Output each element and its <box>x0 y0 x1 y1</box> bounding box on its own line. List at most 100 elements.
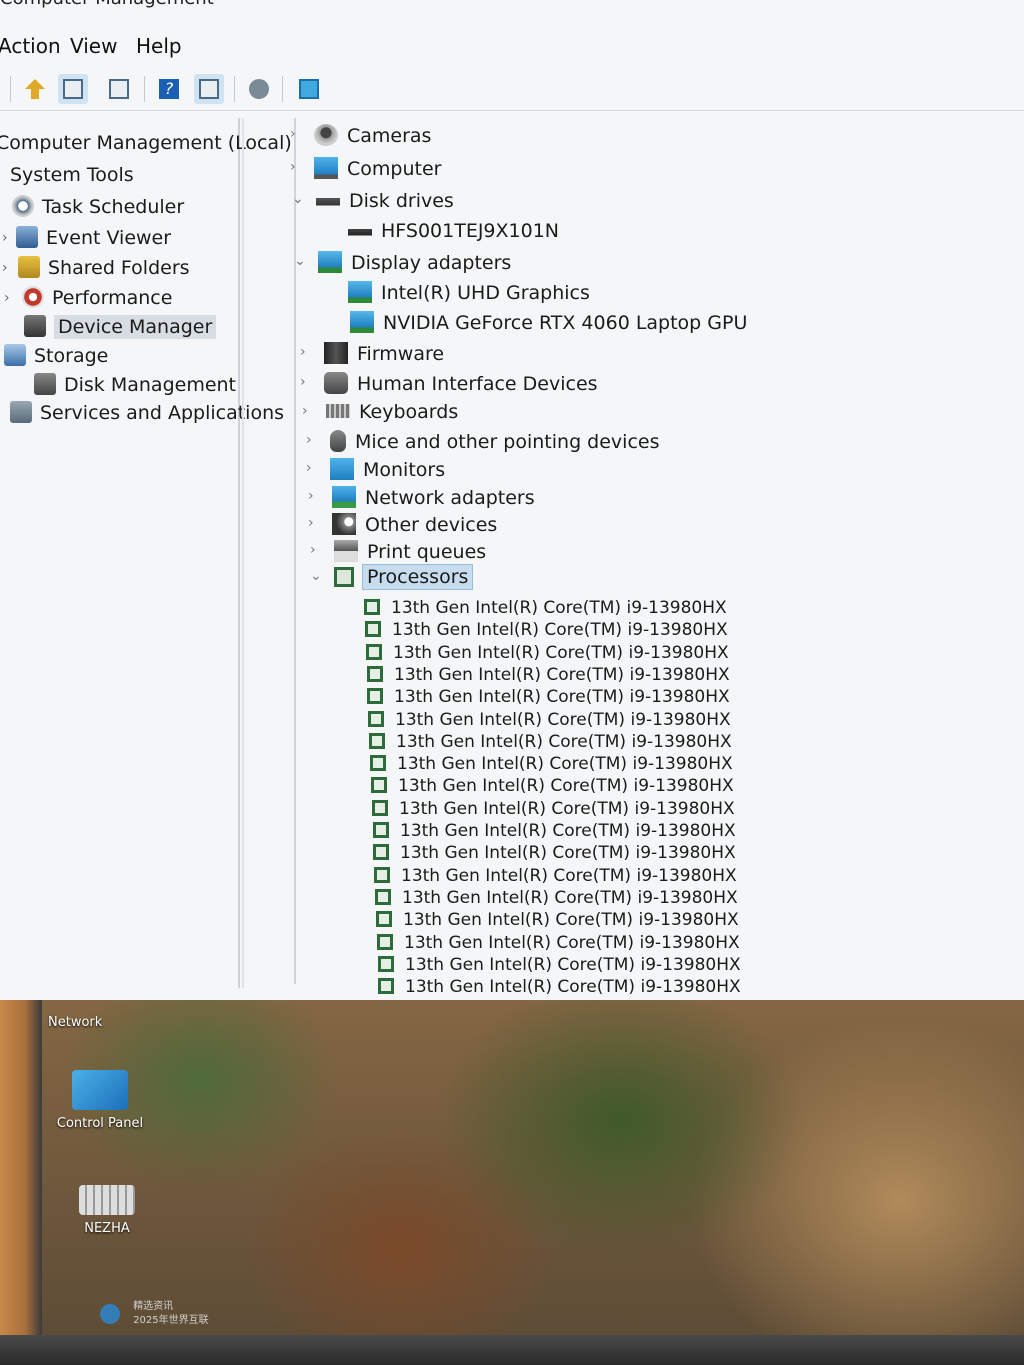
device-category-processors[interactable]: ⌄ Processors <box>310 564 474 590</box>
chevron-right-icon[interactable]: › <box>306 432 312 448</box>
chevron-right-icon[interactable]: › <box>300 344 306 360</box>
tree-shared-folders[interactable]: Shared Folders <box>18 256 190 279</box>
processor-item[interactable]: 13th Gen Intel(R) Core(TM) i9-13980HX <box>367 687 730 707</box>
processor-icon <box>367 688 383 704</box>
processor-item[interactable]: 13th Gen Intel(R) Core(TM) i9-13980HX <box>373 843 736 863</box>
processor-item[interactable]: 13th Gen Intel(R) Core(TM) i9-13980HX <box>376 910 739 930</box>
device-category-disk-drives[interactable]: ⌄ Disk drives <box>292 189 454 212</box>
event-viewer-icon <box>16 226 38 248</box>
disk-drive-icon <box>316 189 340 211</box>
scan-hardware-button[interactable] <box>244 74 274 104</box>
mouse-icon <box>330 430 346 452</box>
chevron-right-icon[interactable]: › <box>308 515 314 531</box>
chevron-right-icon[interactable]: › <box>310 542 316 558</box>
processor-item[interactable]: 13th Gen Intel(R) Core(TM) i9-13980HX <box>375 888 738 908</box>
device-category-print-queues[interactable]: › Print queues <box>310 540 486 563</box>
processor-item[interactable]: 13th Gen Intel(R) Core(TM) i9-13980HX <box>365 620 728 640</box>
chevron-right-icon[interactable]: › <box>306 460 312 476</box>
device-tree: › Cameras › Computer ⌄ Disk drives HFS00… <box>242 118 1024 997</box>
chevron-right-icon[interactable]: › <box>2 230 8 246</box>
device-category-computer[interactable]: › Computer <box>290 157 441 180</box>
tree-device-manager[interactable]: Device Manager <box>24 315 217 339</box>
tree-system-tools[interactable]: System Tools <box>10 164 134 186</box>
chevron-right-icon[interactable]: › <box>290 159 296 175</box>
chevron-down-icon[interactable]: ⌄ <box>294 253 306 269</box>
properties-button[interactable] <box>104 74 134 104</box>
tree-label: Storage <box>34 345 109 367</box>
processor-item[interactable]: 13th Gen Intel(R) Core(TM) i9-13980HX <box>372 799 735 819</box>
chevron-down-icon[interactable]: ⌄ <box>310 568 322 584</box>
tree-task-scheduler[interactable]: Task Scheduler <box>12 195 184 218</box>
processor-item[interactable]: 13th Gen Intel(R) Core(TM) i9-13980HX <box>378 955 741 975</box>
chevron-down-icon[interactable]: ⌄ <box>292 191 304 207</box>
tree-disk-management[interactable]: Disk Management <box>34 373 236 396</box>
clock-icon <box>12 195 34 217</box>
processor-item[interactable]: 13th Gen Intel(R) Core(TM) i9-13980HX <box>367 665 730 685</box>
toolbar-separator <box>10 76 11 102</box>
device-category-mice[interactable]: › Mice and other pointing devices <box>306 430 659 453</box>
tree-label: Task Scheduler <box>42 196 185 218</box>
display-adapter-icon <box>318 251 342 273</box>
device-category-other[interactable]: › Other devices <box>308 513 497 536</box>
tree-label: Disk Management <box>64 374 237 396</box>
device-category-network-adapters[interactable]: › Network adapters <box>308 486 535 509</box>
news-widget[interactable]: 精选资讯 2025年世界互联 <box>100 1300 209 1328</box>
tree-label: Performance <box>52 287 173 309</box>
menu-action[interactable]: Action <box>0 34 61 58</box>
processor-item[interactable]: 13th Gen Intel(R) Core(TM) i9-13980HX <box>366 643 729 663</box>
chevron-right-icon[interactable]: › <box>302 403 308 419</box>
up-one-level-button[interactable] <box>20 74 50 104</box>
tree-storage[interactable]: Storage <box>4 344 108 367</box>
menu-view[interactable]: View <box>70 34 117 58</box>
chevron-right-icon[interactable]: › <box>300 374 306 390</box>
processor-item[interactable]: 13th Gen Intel(R) Core(TM) i9-13980HX <box>371 776 734 796</box>
processor-item[interactable]: 13th Gen Intel(R) Core(TM) i9-13980HX <box>369 732 732 752</box>
device-gpu-nvidia[interactable]: NVIDIA GeForce RTX 4060 Laptop GPU <box>350 311 747 334</box>
chevron-right-icon[interactable]: › <box>308 488 314 504</box>
device-disk-hfs001[interactable]: HFS001TEJ9X101N <box>348 219 559 242</box>
device-category-display-adapters[interactable]: ⌄ Display adapters <box>294 251 512 274</box>
disk-drive-icon <box>348 219 372 241</box>
processor-item[interactable]: 13th Gen Intel(R) Core(TM) i9-13980HX <box>377 933 740 953</box>
monitor-button[interactable] <box>294 74 324 104</box>
menu-help[interactable]: Help <box>136 34 182 58</box>
processor-item[interactable]: 13th Gen Intel(R) Core(TM) i9-13980HX <box>374 866 737 886</box>
storage-icon <box>4 344 26 366</box>
desktop-icon-control-panel[interactable]: Control Panel <box>52 1070 148 1131</box>
processor-item[interactable]: 13th Gen Intel(R) Core(TM) i9-13980HX <box>368 710 731 730</box>
services-icon <box>10 401 32 423</box>
chevron-right-icon[interactable]: › <box>4 290 10 306</box>
nezha-icon <box>79 1185 135 1215</box>
device-category-cameras[interactable]: › Cameras <box>290 124 431 147</box>
toolbar-separator <box>144 76 145 102</box>
desktop-icon-network[interactable]: Network <box>48 1015 102 1030</box>
processor-icon <box>375 889 391 905</box>
processor-label: 13th Gen Intel(R) Core(TM) i9-13980HX <box>401 866 737 886</box>
processor-item[interactable]: 13th Gen Intel(R) Core(TM) i9-13980HX <box>378 977 741 997</box>
device-category-monitors[interactable]: › Monitors <box>306 458 445 481</box>
keyboard-icon <box>326 404 350 418</box>
tree-event-viewer[interactable]: Event Viewer <box>16 226 171 249</box>
help-button[interactable]: ? <box>154 74 184 104</box>
device-category-keyboards[interactable]: › Keyboards <box>302 401 458 423</box>
device-label: Network adapters <box>365 487 535 509</box>
help-icon: ? <box>159 79 179 99</box>
desktop-icon-nezha[interactable]: NEZHA <box>72 1185 142 1236</box>
processor-icon <box>376 911 392 927</box>
chevron-right-icon[interactable]: › <box>2 260 8 276</box>
device-category-firmware[interactable]: › Firmware <box>300 342 444 365</box>
processor-item[interactable]: 13th Gen Intel(R) Core(TM) i9-13980HX <box>370 754 733 774</box>
display-adapter-icon <box>348 281 372 303</box>
device-gpu-intel[interactable]: Intel(R) UHD Graphics <box>348 281 590 304</box>
device-label: Display adapters <box>351 252 512 274</box>
processor-item[interactable]: 13th Gen Intel(R) Core(TM) i9-13980HX <box>364 598 727 618</box>
device-category-hid[interactable]: › Human Interface Devices <box>300 372 598 395</box>
desktop-icon-label: Control Panel <box>56 1116 144 1131</box>
tree-performance[interactable]: Performance <box>22 286 172 309</box>
chevron-right-icon[interactable]: › <box>290 126 296 142</box>
processor-icon <box>373 844 389 860</box>
action-pane-button[interactable] <box>194 74 224 104</box>
processor-item[interactable]: 13th Gen Intel(R) Core(TM) i9-13980HX <box>373 821 736 841</box>
processor-label: 13th Gen Intel(R) Core(TM) i9-13980HX <box>396 732 732 752</box>
show-hide-tree-button[interactable] <box>58 74 88 104</box>
